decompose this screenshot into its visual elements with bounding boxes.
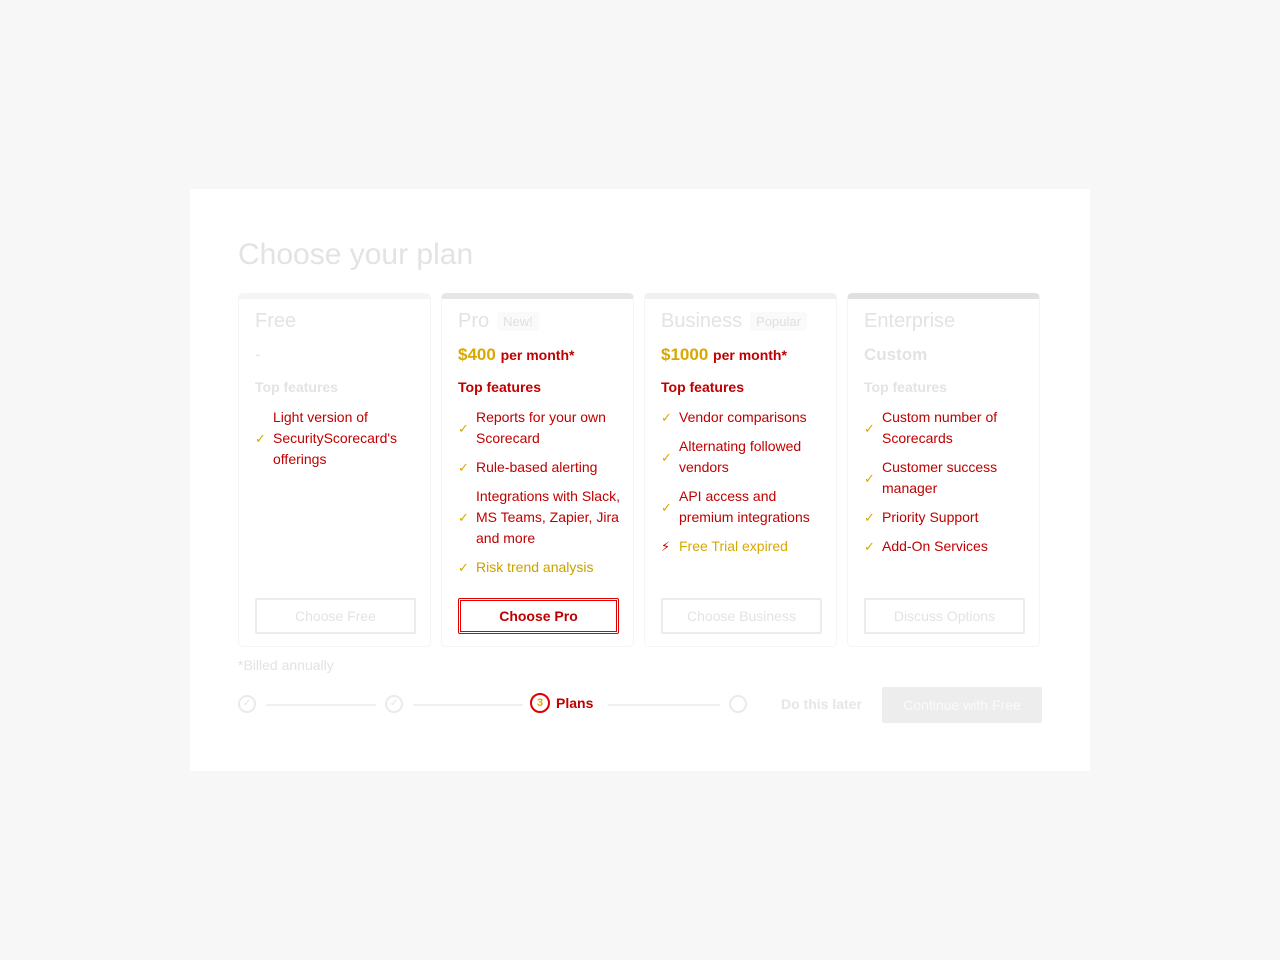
feature-list: ✓ Custom number of Scorecards ✓ Customer…: [864, 407, 1034, 565]
feature-item: ✓ Rule-based alerting: [458, 457, 628, 478]
feature-item: ✓ Alternating followed vendors: [661, 436, 831, 478]
step-connector: [608, 704, 720, 706]
feature-item: ⚡ Free Trial expired: [661, 536, 831, 557]
check-icon: ✓: [255, 431, 266, 446]
check-icon: ✓: [458, 420, 469, 436]
features-heading: Top features: [864, 379, 947, 395]
continue-button[interactable]: Continue with Free: [882, 687, 1042, 723]
new-badge: New!: [497, 311, 539, 331]
step-current: 3 Plans: [530, 693, 593, 713]
feature-list: ✓ Light version of SecurityScorecard's o…: [255, 407, 425, 478]
bolt-icon: ⚡: [661, 539, 671, 554]
feature-item: ✓ Integrations with Slack, MS Teams, Zap…: [458, 486, 628, 549]
features-heading: Top features: [661, 379, 744, 395]
plan-modal: Choose your plan Free - Top features ✓ L…: [190, 189, 1090, 771]
feature-text: Light version of SecurityScorecard's off…: [273, 409, 398, 467]
billing-note: *Billed annually: [238, 657, 334, 673]
plan-card-free: Free - Top features ✓ Light version of S…: [238, 293, 431, 647]
check-icon: ✓: [458, 460, 469, 475]
step-connector: [266, 704, 376, 706]
check-icon: ✓: [661, 499, 672, 515]
plan-header: Business Popular: [661, 309, 807, 333]
discuss-options-button[interactable]: Discuss Options: [864, 598, 1025, 634]
check-icon: ✓: [661, 410, 672, 425]
plan-price: -: [255, 345, 261, 364]
step-pending-icon: [729, 695, 747, 713]
feature-text: Vendor comparisons: [679, 409, 807, 425]
features-heading: Top features: [255, 379, 338, 395]
price-amount: $400: [458, 345, 496, 364]
feature-item: ✓ Add-On Services: [864, 536, 1034, 557]
plan-header: Enterprise: [864, 309, 955, 333]
plan-name: Pro: [458, 310, 490, 332]
plan-header: Free: [255, 309, 296, 333]
plan-name: Free: [255, 310, 297, 332]
progress-stepper: ✓ ✓ 3 Plans: [238, 693, 758, 717]
step-label: Plans: [556, 695, 594, 711]
feature-item: ✓ API access and premium integrations: [661, 486, 831, 528]
plan-cards: Free - Top features ✓ Light version of S…: [238, 293, 1042, 647]
price-period: per month*: [500, 347, 575, 363]
feature-text: Risk trend analysis: [476, 559, 594, 575]
step-number: 3: [530, 693, 550, 713]
feature-item: ✓ Reports for your own Scorecard: [458, 407, 628, 449]
plan-price: $400 per month*: [458, 345, 574, 365]
feature-text: Free Trial expired: [679, 538, 788, 554]
plan-card-enterprise: Enterprise Custom Top features ✓ Custom …: [847, 293, 1040, 647]
step-complete-icon: ✓: [385, 695, 403, 713]
check-icon: ✓: [661, 449, 672, 465]
plan-price: Custom: [864, 345, 928, 364]
feature-item: ✓ Risk trend analysis: [458, 557, 628, 578]
feature-item: ✓ Customer success manager: [864, 457, 1034, 499]
check-icon: ✓: [458, 510, 469, 525]
feature-text: Custom number of Scorecards: [882, 409, 998, 446]
feature-text: Reports for your own Scorecard: [476, 409, 606, 446]
plan-card-pro: Pro New! $400 per month* Top features ✓ …: [441, 293, 634, 647]
plan-price: $1000 per month*: [661, 345, 787, 365]
plan-card-business: Business Popular $1000 per month* Top fe…: [644, 293, 837, 647]
feature-item: ✓ Light version of SecurityScorecard's o…: [255, 407, 425, 470]
feature-item: ✓ Priority Support: [864, 507, 1034, 528]
check-icon: ✓: [864, 470, 875, 486]
feature-text: Rule-based alerting: [476, 459, 598, 475]
popular-badge: Popular: [750, 311, 807, 331]
step-connector: [413, 704, 523, 706]
choose-free-button[interactable]: Choose Free: [255, 598, 416, 634]
feature-text: Integrations with Slack, MS Teams, Zapie…: [476, 488, 620, 546]
check-icon: ✓: [864, 539, 875, 554]
check-icon: ✓: [864, 510, 875, 525]
feature-text: Add-On Services: [882, 538, 988, 554]
feature-item: ✓ Custom number of Scorecards: [864, 407, 1034, 449]
plan-name: Business: [661, 310, 743, 332]
price-amount: $1000: [661, 345, 709, 364]
feature-text: Alternating followed vendors: [679, 438, 802, 475]
check-icon: ✓: [458, 560, 469, 575]
choose-business-button[interactable]: Choose Business: [661, 598, 822, 634]
do-this-later-button[interactable]: Do this later: [781, 696, 862, 712]
feature-list: ✓ Vendor comparisons ✓ Alternating follo…: [661, 407, 831, 565]
step-complete-icon: ✓: [238, 695, 256, 713]
plan-header: Pro New!: [458, 309, 539, 333]
page-title: Choose your plan: [238, 238, 474, 271]
choose-pro-button[interactable]: Choose Pro: [458, 598, 619, 634]
feature-text: API access and premium integrations: [679, 488, 810, 525]
plan-name: Enterprise: [864, 310, 956, 332]
features-heading: Top features: [458, 379, 541, 395]
feature-text: Customer success manager: [882, 459, 998, 496]
price-period: per month*: [713, 347, 787, 363]
feature-item: ✓ Vendor comparisons: [661, 407, 831, 428]
check-icon: ✓: [864, 420, 875, 436]
feature-list: ✓ Reports for your own Scorecard ✓ Rule-…: [458, 407, 628, 586]
feature-text: Priority Support: [882, 509, 979, 525]
